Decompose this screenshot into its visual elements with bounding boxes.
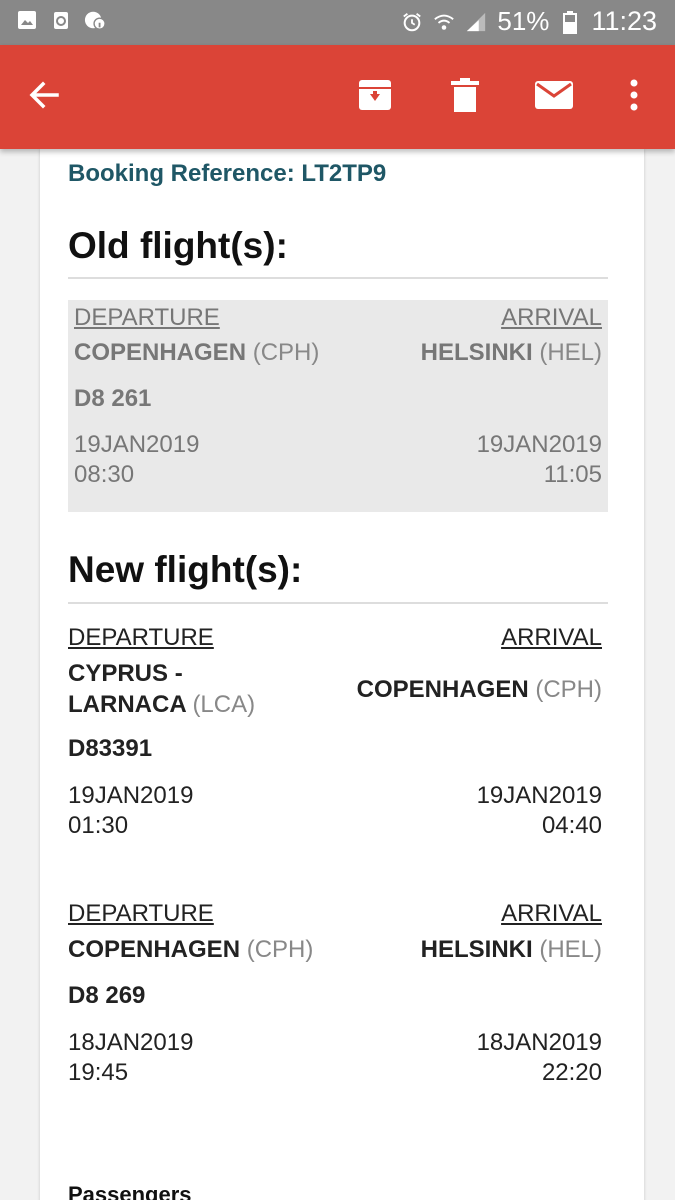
mail-icon bbox=[534, 80, 574, 115]
flight-number: D83391 bbox=[68, 735, 153, 762]
departure-datetime: 18JAN2019 19:45 bbox=[68, 1029, 194, 1086]
booking-reference: Booking Reference: LT2TP9 bbox=[68, 160, 387, 187]
passengers-heading: Passengers bbox=[68, 1182, 192, 1200]
arrival-datetime: 19JAN2019 04:40 bbox=[476, 782, 602, 839]
alarm-icon bbox=[401, 11, 423, 33]
arrival-datetime: 19JAN2019 11:05 bbox=[476, 431, 602, 488]
departure-label: DEPARTURE bbox=[74, 304, 220, 331]
back-button[interactable] bbox=[22, 75, 66, 119]
app-toolbar bbox=[0, 45, 675, 149]
back-arrow-icon bbox=[27, 78, 61, 117]
departure-label: DEPARTURE bbox=[68, 624, 214, 651]
divider bbox=[68, 602, 608, 604]
arrival-label: ARRIVAL bbox=[501, 304, 602, 331]
clock: 11:23 bbox=[591, 6, 657, 36]
divider bbox=[68, 277, 608, 279]
departure-city: COPENHAGEN (CPH) bbox=[68, 936, 314, 963]
flight-number: D8 261 bbox=[74, 385, 152, 412]
battery-icon bbox=[559, 10, 581, 34]
delete-icon bbox=[450, 77, 480, 117]
departure-label: DEPARTURE bbox=[68, 900, 214, 927]
old-flights-title: Old flight(s): bbox=[68, 225, 288, 266]
battery-percent: 51% bbox=[497, 6, 550, 36]
old-flight-card: DEPARTURE ARRIVAL COPENHAGEN (CPH) HELSI… bbox=[68, 300, 608, 512]
new-flight-card: DEPARTURE ARRIVAL COPENHAGEN (CPH) HELSI… bbox=[68, 898, 608, 1098]
wifi-icon bbox=[433, 11, 455, 33]
mail-button[interactable] bbox=[532, 75, 576, 119]
archive-icon bbox=[357, 77, 393, 118]
departure-datetime: 19JAN2019 01:30 bbox=[68, 782, 194, 839]
recycle-icon bbox=[50, 9, 72, 31]
delete-button[interactable] bbox=[443, 75, 487, 119]
arrival-city: HELSINKI (HEL) bbox=[420, 936, 602, 963]
gallery-icon bbox=[16, 9, 38, 31]
more-vert-icon bbox=[629, 78, 639, 117]
departure-city: COPENHAGEN (CPH) bbox=[74, 339, 320, 366]
more-options-button[interactable] bbox=[612, 75, 656, 119]
flight-number: D8 269 bbox=[68, 982, 146, 1009]
departure-datetime: 19JAN2019 08:30 bbox=[74, 431, 200, 488]
arrival-city: COPENHAGEN (CPH) bbox=[356, 676, 602, 703]
new-flight-card: DEPARTURE ARRIVAL CYPRUS - LARNACA (LCA)… bbox=[68, 622, 608, 842]
arrival-label: ARRIVAL bbox=[501, 900, 602, 927]
departure-city: CYPRUS - LARNACA (LCA) bbox=[68, 660, 256, 718]
signal-icon bbox=[465, 11, 487, 33]
arrival-label: ARRIVAL bbox=[501, 624, 602, 651]
new-flights-title: New flight(s): bbox=[68, 549, 303, 590]
status-bar: 51% 11:23 bbox=[0, 0, 675, 45]
arrival-datetime: 18JAN2019 22:20 bbox=[476, 1029, 602, 1086]
wifi-info-icon bbox=[84, 9, 106, 31]
email-body: Booking Reference: LT2TP9 Old flight(s):… bbox=[40, 149, 644, 1200]
arrival-city: HELSINKI (HEL) bbox=[420, 339, 602, 366]
archive-button[interactable] bbox=[353, 75, 397, 119]
